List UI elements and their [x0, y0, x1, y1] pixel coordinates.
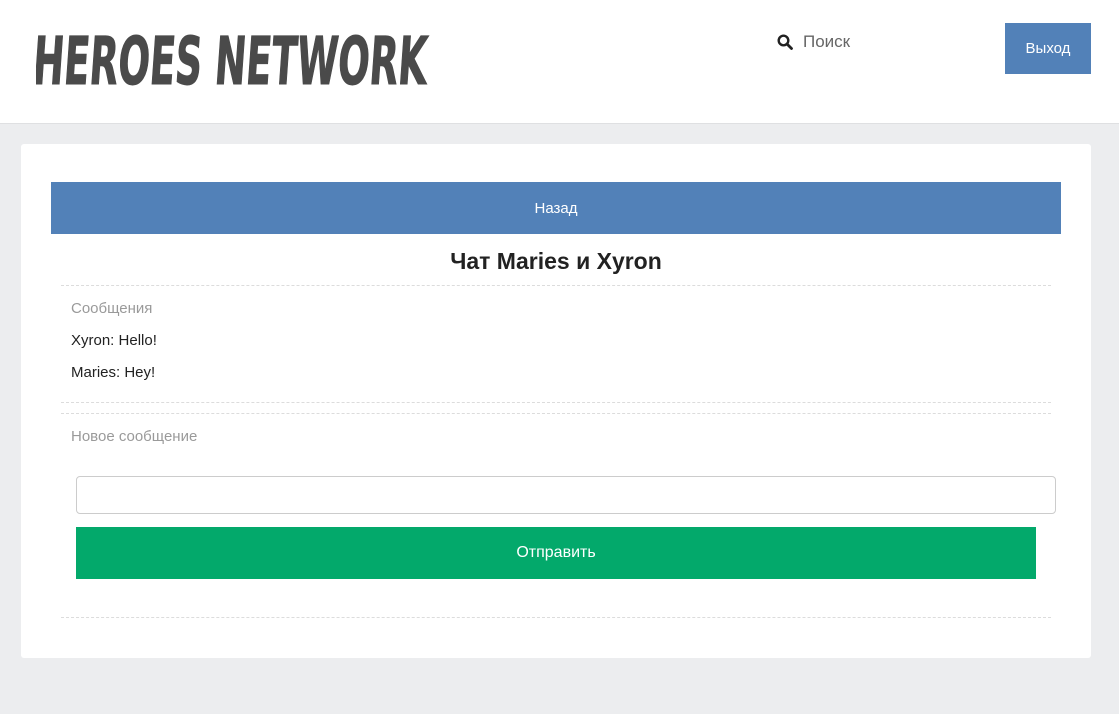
top-header: HEROES NETWORK Выход: [0, 0, 1119, 124]
chat-title: Чат Maries и Xyron: [450, 248, 662, 274]
search-input[interactable]: [803, 32, 933, 52]
divider: [61, 285, 1051, 286]
divider: [61, 617, 1051, 618]
search-icon[interactable]: [777, 34, 793, 50]
message-input[interactable]: [76, 476, 1056, 514]
chat-card: Назад Чат Maries и Xyron Сообщения Xyron…: [21, 144, 1091, 658]
logo[interactable]: HEROES NETWORK: [36, 22, 436, 94]
message-item: Maries: Hey!: [71, 364, 156, 381]
message-item: Xyron: Hello!: [71, 332, 157, 349]
divider: [61, 413, 1051, 414]
search-box[interactable]: [777, 30, 933, 54]
back-button[interactable]: Назад: [51, 182, 1061, 234]
logout-button[interactable]: Выход: [1005, 23, 1091, 74]
messages-label: Сообщения: [71, 300, 153, 317]
new-message-label: Новое сообщение: [71, 428, 198, 445]
logo-text: HEROES NETWORK: [36, 23, 431, 94]
send-button[interactable]: Отправить: [76, 527, 1036, 579]
divider: [61, 402, 1051, 403]
